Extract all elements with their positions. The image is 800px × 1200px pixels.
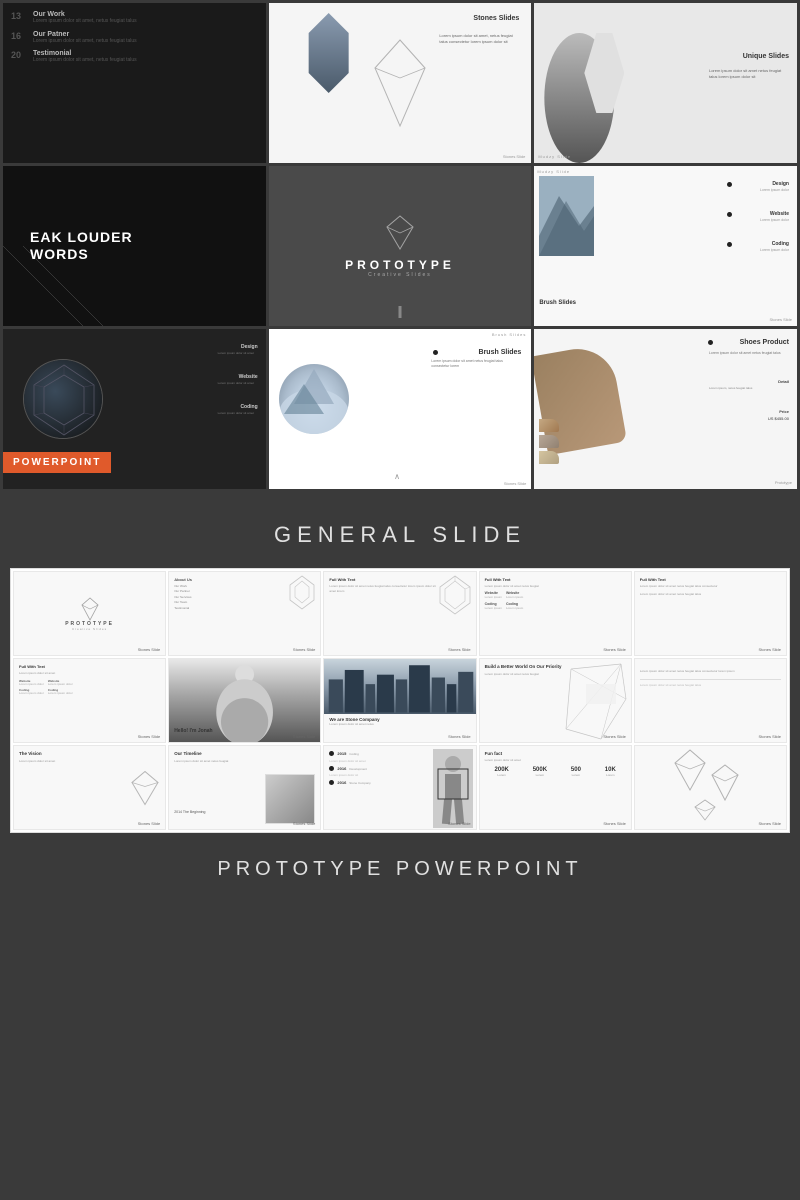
section-label-general: GENERAL SLIDE: [0, 492, 800, 568]
mini-text-title-2: Full With Text: [485, 577, 626, 582]
hello-jonah-text: Hello! I'm Jonah: [174, 728, 212, 734]
funfact-title: Fun fact: [485, 751, 626, 756]
mini-proto-name: PROTOTYPE: [65, 621, 114, 627]
mini-slide-about[interactable]: About Us Our Work Our Partner Our Servic…: [168, 571, 321, 656]
mini-slide-geo[interactable]: Build a Better World On Our Priority Lor…: [479, 658, 632, 743]
brush-slides-mid-title: Brush Slides: [479, 349, 522, 356]
slide-thumb-list[interactable]: 13 Our Work Lorem ipsum dolor sit amet, …: [3, 3, 266, 163]
mini-geo-icon: [287, 575, 317, 610]
mini-slide-full-text-3[interactable]: Full With Text Lorem ipsum dolor sit ame…: [634, 571, 787, 656]
brush-slides-label: Brush Slides: [539, 300, 576, 306]
mini-slide-timeline[interactable]: Our Timeline Lorem ipsum dolor sit amet …: [168, 745, 321, 830]
unique-desc: Lorem ipsum dolor sit amet netus feugiat…: [709, 68, 789, 79]
mini-slide-city[interactable]: We are Stone Company Lorem ipsum dolor s…: [323, 658, 476, 743]
mini-slide-person[interactable]: Hello! I'm Jonah Stones Slide: [168, 658, 321, 743]
shoes-price: US $455.00: [768, 416, 789, 421]
slide-thumb-unique[interactable]: Unique Slides Lorem ipsum dolor sit amet…: [534, 3, 797, 163]
year-2016a: 2016: [337, 766, 346, 771]
mini-slide-full-text-1[interactable]: Full With Text Lorem ipsum dolor sit ame…: [323, 571, 476, 656]
stones-desc: Lorem ipsum dolor sit amet, netus feugia…: [439, 33, 519, 44]
slide-thumb-prototype[interactable]: PROTOTYPE Creative Slides: [269, 166, 532, 326]
vision-title: The Vision: [19, 751, 160, 756]
slide-watermark-2: Stones Slide: [293, 647, 315, 652]
mini-slide-vision[interactable]: The Vision Lorem ipsum dolor sit amet St…: [13, 745, 166, 830]
timeline-photo-icon: [433, 749, 473, 828]
stones-title: Stones Slides: [473, 15, 519, 22]
slide-thumb-powerpoint[interactable]: Design Lorem ipsum dolor sit amet Websit…: [3, 329, 266, 489]
list-item: 20 Testimonial Lorem ipsum dolor sit ame…: [11, 50, 258, 64]
mini-slide-full-text-2[interactable]: Full With Text Lorem ipsum dolor sit ame…: [479, 571, 632, 656]
slide-watermark: Stones Slide: [138, 647, 160, 652]
mini-slide-full-text-4[interactable]: Full With Text Lorem ipsum dolor sit ame…: [13, 658, 166, 743]
gem-icon: [370, 38, 430, 128]
powerpoint-badge: POWERPOINT: [3, 452, 111, 473]
slide-thumb-shoes[interactable]: Shoes Product Lorem ipsum dolor sit amet…: [534, 329, 797, 489]
mini-slide-text-lines[interactable]: Lorem ipsum dolor sit amet netus feugiat…: [634, 658, 787, 743]
mini-text-4-title: Full With Text: [19, 664, 160, 669]
shoes-detail-label: Detail: [778, 379, 789, 384]
shoes-desc: Lorem ipsum dolor sit amet netus feugiat…: [709, 351, 789, 356]
stat-200k: 200K Lorem: [495, 767, 509, 777]
year-2016b: 2016: [337, 780, 346, 785]
mini-slide-geo-shapes[interactable]: Stones Slide: [634, 745, 787, 830]
slide-thumb-brush-mid[interactable]: Brush Slides Brush Slides Lorem ipsum do…: [269, 329, 532, 489]
year-2015: 2015: [337, 751, 346, 756]
mini-proto-sub: Creative Slides: [65, 627, 114, 631]
mini-slide-funfact[interactable]: Fun fact Lorem ipsum dolor sit amet 200K…: [479, 745, 632, 830]
unique-title: Unique Slides: [743, 53, 789, 60]
city-skyline-icon: [324, 659, 475, 714]
geo-shapes-icon: [670, 745, 750, 830]
prototype-title: PROTOTYPE: [345, 258, 455, 272]
prototype-gem-icon: [385, 215, 415, 250]
stat-10k: 10K Lorem: [605, 767, 616, 777]
bottom-slide-grid: PROTOTYPE Creative Slides Stones Slide A…: [10, 568, 790, 833]
shoes-product-title: Shoes Product: [740, 339, 789, 346]
prototype-subtitle: Creative Slides: [368, 272, 432, 278]
mini-slide-timeline2[interactable]: 2015 Coding Lorem ipsum dolor sit amet 2…: [323, 745, 476, 830]
slide-thumb-brush-top[interactable]: Mudzy Slide Design Lorem ipsum dolor Web…: [534, 166, 797, 326]
general-slide-title: GENERAL SLIDE: [10, 522, 790, 548]
list-item: 13 Our Work Lorem ipsum dolor sit amet, …: [11, 11, 258, 25]
list-item: 16 Our Patner Lorem ipsum dolor sit amet…: [11, 31, 258, 45]
timeline-title: Our Timeline: [174, 751, 315, 756]
section-label-prototype: PROTOTYPE POWERPOINT: [0, 833, 800, 901]
stat-500k: 500K Lorem: [533, 767, 547, 777]
slide-thumb-stones[interactable]: Stones Slides Lorem ipsum dolor sit amet…: [269, 3, 532, 163]
vision-gem-icon: [130, 770, 160, 805]
mini-text-title-3: Full With Text: [640, 577, 781, 582]
prototype-powerpoint-title: PROTOTYPE POWERPOINT: [10, 858, 790, 881]
geo-abstract-icon: [561, 659, 631, 743]
mini-slide-proto-logo[interactable]: PROTOTYPE Creative Slides Stones Slide: [13, 571, 166, 656]
diagonal-lines: [3, 166, 266, 326]
brush-slides-mid-desc: Lorem ipsum dolor sit amet netus feugiat…: [431, 359, 521, 370]
preview-grid: 13 Our Work Lorem ipsum dolor sit amet, …: [0, 0, 800, 492]
slide-thumb-speak[interactable]: EAK LOUDER WORDS: [3, 166, 266, 326]
mini-geo-2-icon: [438, 575, 473, 615]
stat-500: 500 Lorem: [571, 767, 581, 777]
mini-gem-icon: [80, 597, 100, 621]
shoes-price-label: Price: [779, 409, 789, 414]
